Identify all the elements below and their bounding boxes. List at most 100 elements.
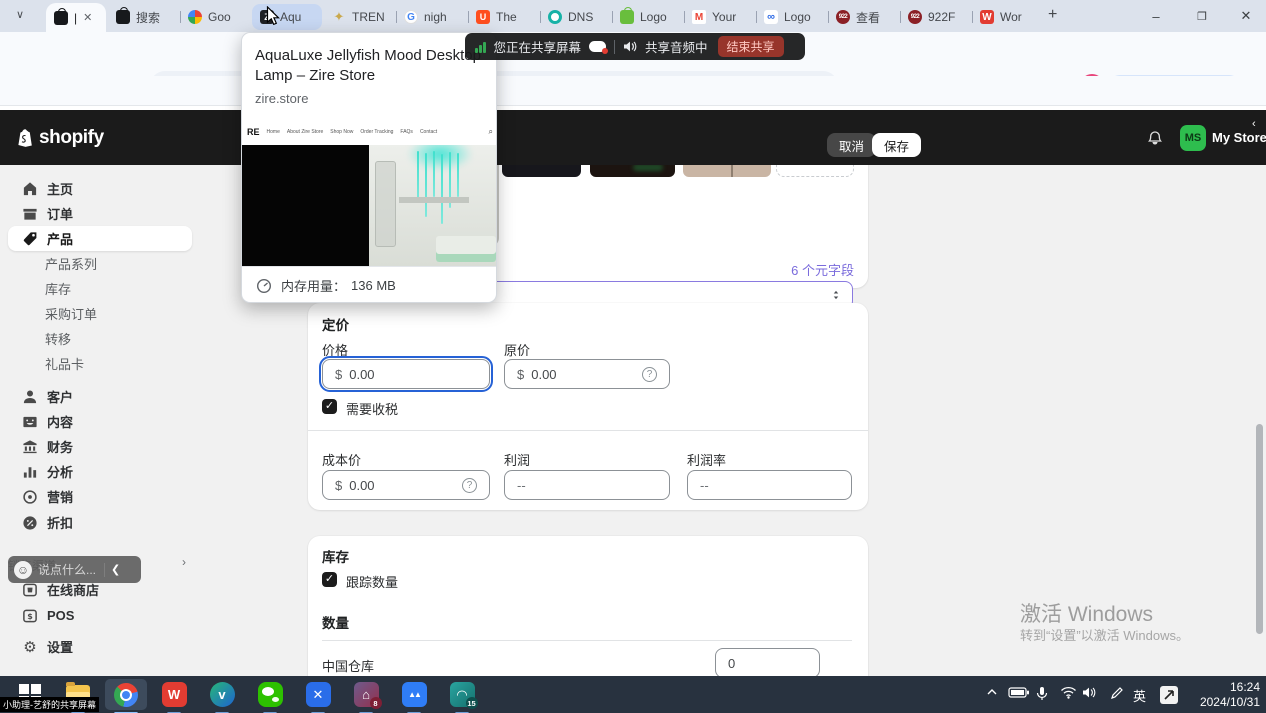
bookmarks-bar: 雪糕资源网 - 全网... 藏宝湾网游 读-最新发表 真牛... 最后纪元 恐怖…: [0, 76, 1266, 106]
add-media-button[interactable]: [776, 165, 854, 177]
tab-nigh[interactable]: Gnigh: [396, 4, 466, 30]
wps-button[interactable]: W: [153, 679, 195, 710]
app-badge15-button[interactable]: ◠15: [441, 679, 483, 710]
tab-tren[interactable]: ✦TREN: [324, 4, 394, 30]
sidebar-item-customers[interactable]: 客户: [8, 384, 192, 409]
popup-footer: 内存用量： 136 MB: [242, 266, 497, 303]
sidebar-item-inventory[interactable]: 库存: [8, 276, 192, 301]
bank-icon: [22, 439, 38, 455]
app-x-button[interactable]: ✕: [297, 679, 339, 710]
sidebar-item-finance[interactable]: 财务: [8, 434, 192, 459]
app-mountain-button[interactable]: ▲▲: [393, 679, 435, 710]
scrollbar-thumb[interactable]: [1256, 424, 1263, 634]
mountain-icon: ▲▲: [402, 682, 427, 707]
sidebar-item-analytics[interactable]: 分析: [8, 459, 192, 484]
window-close-button[interactable]: ✕: [1224, 0, 1266, 32]
tab-wor[interactable]: WWor: [972, 4, 1042, 30]
sidebar-item-products[interactable]: 产品: [8, 226, 192, 251]
microphone-icon[interactable]: [1036, 686, 1048, 701]
sidebar-item-marketing[interactable]: 营销: [8, 484, 192, 509]
product-thumb-2[interactable]: [590, 165, 675, 177]
922-icon: 922: [836, 10, 850, 24]
ime-indicator[interactable]: 英: [1133, 686, 1146, 705]
tab-your[interactable]: MYour: [684, 4, 754, 30]
tray-chevron-icon[interactable]: [986, 686, 998, 698]
cost-input[interactable]: $ 0.00 ?: [322, 470, 490, 500]
discount-icon: [22, 515, 38, 531]
new-tab-button[interactable]: +: [1048, 6, 1057, 24]
profit-input[interactable]: --: [504, 470, 670, 500]
taskbar: W v ✕ ⌂8 ▲▲ ◠15 英 16:24 2024/10/31: [0, 676, 1266, 713]
app-badge8-icon: ⌂8: [354, 682, 379, 707]
dns-icon: [548, 10, 562, 24]
tab-aqu-hovered[interactable]: ZAqu: [252, 4, 322, 30]
pen-icon[interactable]: [1110, 686, 1124, 700]
compare-price-label: 原价: [504, 340, 530, 359]
sidebar-item-settings[interactable]: ⚙设置: [8, 634, 192, 659]
tab-active[interactable]: | ✕: [46, 3, 106, 32]
notifications-bell-icon[interactable]: [1146, 130, 1164, 148]
cost-label: 成本价: [322, 450, 361, 469]
sidebar-item-orders[interactable]: 订单: [8, 201, 192, 226]
gold-v-icon: ✦: [332, 10, 346, 24]
sidebar-item-purchase-orders[interactable]: 采购订单: [8, 301, 192, 326]
tab-the[interactable]: UThe: [468, 4, 538, 30]
track-quantity-checkbox[interactable]: ✓: [322, 572, 337, 587]
chat-collapse-icon[interactable]: ❮: [111, 563, 120, 576]
compare-price-input[interactable]: $ 0.00 ?: [504, 359, 670, 389]
tab-922f[interactable]: 922922F: [900, 4, 970, 30]
app-badge8-button[interactable]: ⌂8: [345, 679, 387, 710]
store-avatar[interactable]: MS: [1180, 125, 1206, 151]
sidebar-item-discounts[interactable]: 折扣: [8, 510, 192, 535]
chat-overlay-widget[interactable]: ☺ 说点什么... ❮: [8, 556, 141, 583]
touch-keyboard-icon[interactable]: [1160, 686, 1178, 704]
sales-channels-chevron-icon[interactable]: ›: [182, 555, 186, 569]
sidebar-item-transfers[interactable]: 转移: [8, 326, 192, 351]
tab-goo[interactable]: Goo: [180, 4, 250, 30]
wifi-icon[interactable]: [1060, 686, 1077, 699]
shopify-logo[interactable]: shopify: [14, 127, 104, 149]
wechat-icon: [258, 682, 283, 707]
app-v-button[interactable]: v: [201, 679, 243, 710]
tab-sousuo[interactable]: 搜索: [108, 4, 178, 30]
mouse-cursor: [266, 6, 281, 27]
window-maximize-button[interactable]: ❐: [1180, 0, 1224, 32]
sidebar-item-pos[interactable]: $POS: [8, 603, 192, 628]
product-thumb-3[interactable]: [683, 165, 771, 177]
sidebar-item-gift-cards[interactable]: 礼品卡: [8, 351, 192, 376]
tab-logo1[interactable]: Logo: [612, 4, 682, 30]
wechat-button[interactable]: [249, 679, 291, 710]
sidebar-item-home[interactable]: 主页: [8, 176, 192, 201]
save-button[interactable]: 保存: [872, 133, 921, 157]
cancel-button[interactable]: 取消: [827, 133, 876, 157]
wps-icon: W: [162, 682, 187, 707]
stop-sharing-button[interactable]: 结束共享: [718, 36, 784, 57]
metafields-link[interactable]: 6 个元字段: [791, 260, 854, 279]
tab-logo2[interactable]: ∞Logo: [756, 4, 826, 30]
collapse-chevron-icon[interactable]: ‹: [1252, 118, 1256, 130]
tab-chakan[interactable]: 922查看: [828, 4, 898, 30]
help-icon[interactable]: ?: [642, 367, 657, 382]
bar-chart-icon: [22, 464, 38, 480]
chrome-button[interactable]: [105, 679, 147, 710]
volume-icon[interactable]: [1082, 686, 1097, 699]
clock-date: 2024/10/31: [1192, 695, 1260, 710]
product-thumb-1[interactable]: [502, 165, 581, 177]
browser-tabstrip: ∨ | ✕ 搜索 Goo ZAqu ✦TREN Gnigh UThe DNS L…: [0, 0, 1266, 32]
chat-divider: [104, 563, 105, 577]
sidebar-item-collections[interactable]: 产品系列: [8, 251, 192, 276]
margin-input[interactable]: --: [687, 470, 852, 500]
chat-placeholder[interactable]: 说点什么...: [38, 561, 96, 578]
tab-search-chevron-icon[interactable]: ∨: [16, 8, 24, 21]
tab-close-icon[interactable]: ✕: [83, 11, 92, 24]
gear-icon: ⚙: [22, 638, 38, 656]
tab-dns[interactable]: DNS: [540, 4, 610, 30]
clock[interactable]: 16:24 2024/10/31: [1192, 680, 1260, 710]
sidebar-item-content[interactable]: 内容: [8, 409, 192, 434]
tax-checkbox[interactable]: ✓: [322, 399, 337, 414]
help-icon[interactable]: ?: [462, 478, 477, 493]
quantity-input[interactable]: 0: [715, 648, 820, 676]
price-input[interactable]: $ 0.00: [322, 359, 490, 389]
battery-icon[interactable]: [1008, 686, 1030, 699]
window-minimize-button[interactable]: –: [1134, 0, 1178, 32]
